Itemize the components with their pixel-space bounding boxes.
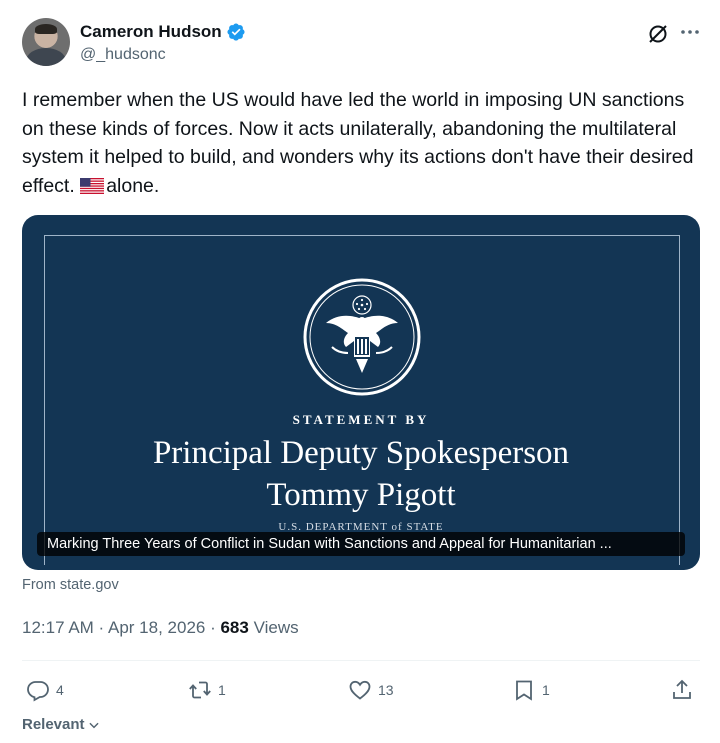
heart-icon [349,680,371,700]
like-button[interactable]: 13 [348,676,394,704]
repost-button[interactable]: 1 [188,676,226,704]
reply-button[interactable]: 4 [26,676,64,704]
statement-by-label: STATEMENT BY [292,412,430,427]
views-count: 683 [220,618,249,637]
divider [22,660,700,661]
sort-label: Relevant [22,716,85,733]
grok-icon[interactable] [646,22,670,46]
more-options-icon[interactable] [678,20,702,44]
bookmark-count: 1 [542,682,550,698]
verified-badge-icon [227,23,245,41]
card-title-line2: Tommy Pigott [266,477,456,513]
bookmark-button[interactable]: 1 [512,676,550,704]
tweet-header: Cameron Hudson @_hudsonc [22,18,702,70]
repost-count: 1 [218,682,226,698]
card-source-link[interactable]: From state.gov [22,577,119,593]
author-info: Cameron Hudson @_hudsonc [80,22,246,64]
reply-count: 4 [56,682,64,698]
card-title-line1: Principal Deputy Spokesperson [152,435,570,471]
avatar[interactable] [22,18,70,66]
action-bar: 4 1 13 1 [22,676,700,706]
bookmark-icon [516,680,532,701]
tweet-text: I remember when the US would have led th… [22,86,702,200]
views-label: Views [248,618,299,637]
share-icon [673,679,691,699]
author-handle[interactable]: @_hudsonc [80,46,246,64]
like-count: 13 [378,682,394,698]
tweet-timestamp[interactable]: 12:17 AM · Apr 18, 2026 · [22,618,220,637]
link-preview-card[interactable]: STATEMENT BY Principal Deputy Spokespers… [22,215,700,570]
chevron-down-icon [88,722,99,728]
sort-replies-dropdown[interactable]: Relevant [22,716,101,733]
reply-icon [27,681,49,702]
tweet-meta: 12:17 AM · Apr 18, 2026 · 683 Views [22,618,299,638]
us-flag-icon [80,177,105,194]
card-caption[interactable]: Marking Three Years of Conflict in Sudan… [37,532,685,556]
author-display-name[interactable]: Cameron Hudson [80,22,222,42]
repost-icon [189,681,211,699]
state-department-seal-icon [303,278,421,396]
share-button[interactable] [670,676,694,704]
tweet-suffix: alone. [106,174,160,197]
